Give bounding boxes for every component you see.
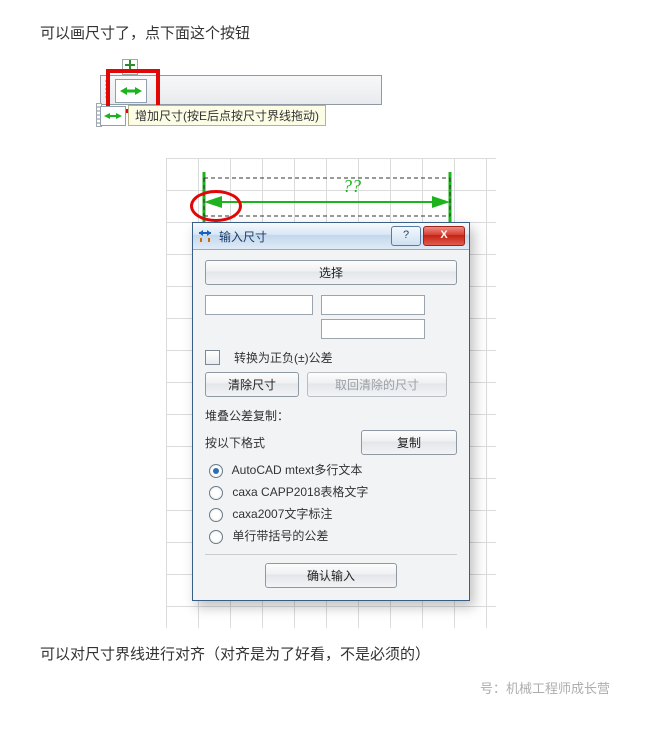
clear-dimension-button[interactable]: 清除尺寸	[205, 372, 299, 397]
stack-copy-label: 堆叠公差复制：	[205, 407, 457, 424]
watermark-text: 号：机械工程师成长营	[40, 678, 620, 697]
dialog-titlebar[interactable]: 输入尺寸 ? X	[193, 223, 469, 250]
convert-tolerance-label: 转换为正负(±)公差	[234, 349, 333, 366]
format-label: 按以下格式	[205, 434, 265, 451]
dialog-icon	[197, 228, 213, 244]
small-green-marker	[122, 59, 138, 75]
format-option-singleline-radio[interactable]	[209, 530, 223, 544]
confirm-button[interactable]: 确认输入	[265, 563, 397, 588]
recall-dimension-button[interactable]: 取回清除的尺寸	[307, 372, 447, 397]
dimension-placeholder-text: ??	[343, 176, 361, 196]
format-option-caxa2018-label: caxa CAPP2018表格文字	[232, 485, 368, 499]
format-option-autocad-label: AutoCAD mtext多行文本	[232, 463, 363, 477]
grid-background: ?? 输入尺寸	[165, 157, 497, 629]
help-button[interactable]: ?	[391, 226, 421, 246]
format-option-caxa2007-radio[interactable]	[209, 508, 223, 522]
figure-dialog: ?? 输入尺寸	[165, 157, 495, 629]
figure-toolbar: 增加尺寸(按E后点按尺寸界线拖动)	[100, 57, 400, 127]
double-arrow-icon	[120, 85, 142, 97]
dimension-preview: ??	[198, 172, 456, 216]
format-option-autocad-radio[interactable]	[209, 464, 223, 478]
close-button[interactable]: X	[423, 226, 465, 246]
format-option-singleline-label: 单行带括号的公差	[232, 529, 328, 543]
copy-button[interactable]: 复制	[361, 430, 457, 455]
paragraph-1: 可以画尺寸了，点下面这个按钮	[40, 22, 620, 43]
input-dimension-dialog: 输入尺寸 ? X 选择	[192, 222, 470, 601]
convert-tolerance-checkbox[interactable]	[205, 350, 220, 365]
upper-tolerance-input[interactable]	[321, 295, 425, 315]
lower-tolerance-input[interactable]	[321, 319, 425, 339]
format-option-caxa2018-radio[interactable]	[209, 486, 223, 500]
tooltip-text: 增加尺寸(按E后点按尺寸界线拖动)	[128, 105, 326, 126]
format-option-caxa2007-label: caxa2007文字标注	[232, 507, 332, 521]
toolbar-grip	[105, 80, 108, 100]
add-dimension-button[interactable]	[115, 79, 147, 103]
tooltip-button-icon[interactable]	[100, 106, 126, 126]
toolbar	[100, 75, 382, 105]
paragraph-2: 可以对尺寸界线进行对齐（对齐是为了好看，不是必须的）	[40, 643, 620, 664]
value-input[interactable]	[205, 295, 313, 315]
double-arrow-icon	[104, 111, 122, 121]
dialog-title: 输入尺寸	[219, 228, 267, 245]
select-button[interactable]: 选择	[205, 260, 457, 285]
